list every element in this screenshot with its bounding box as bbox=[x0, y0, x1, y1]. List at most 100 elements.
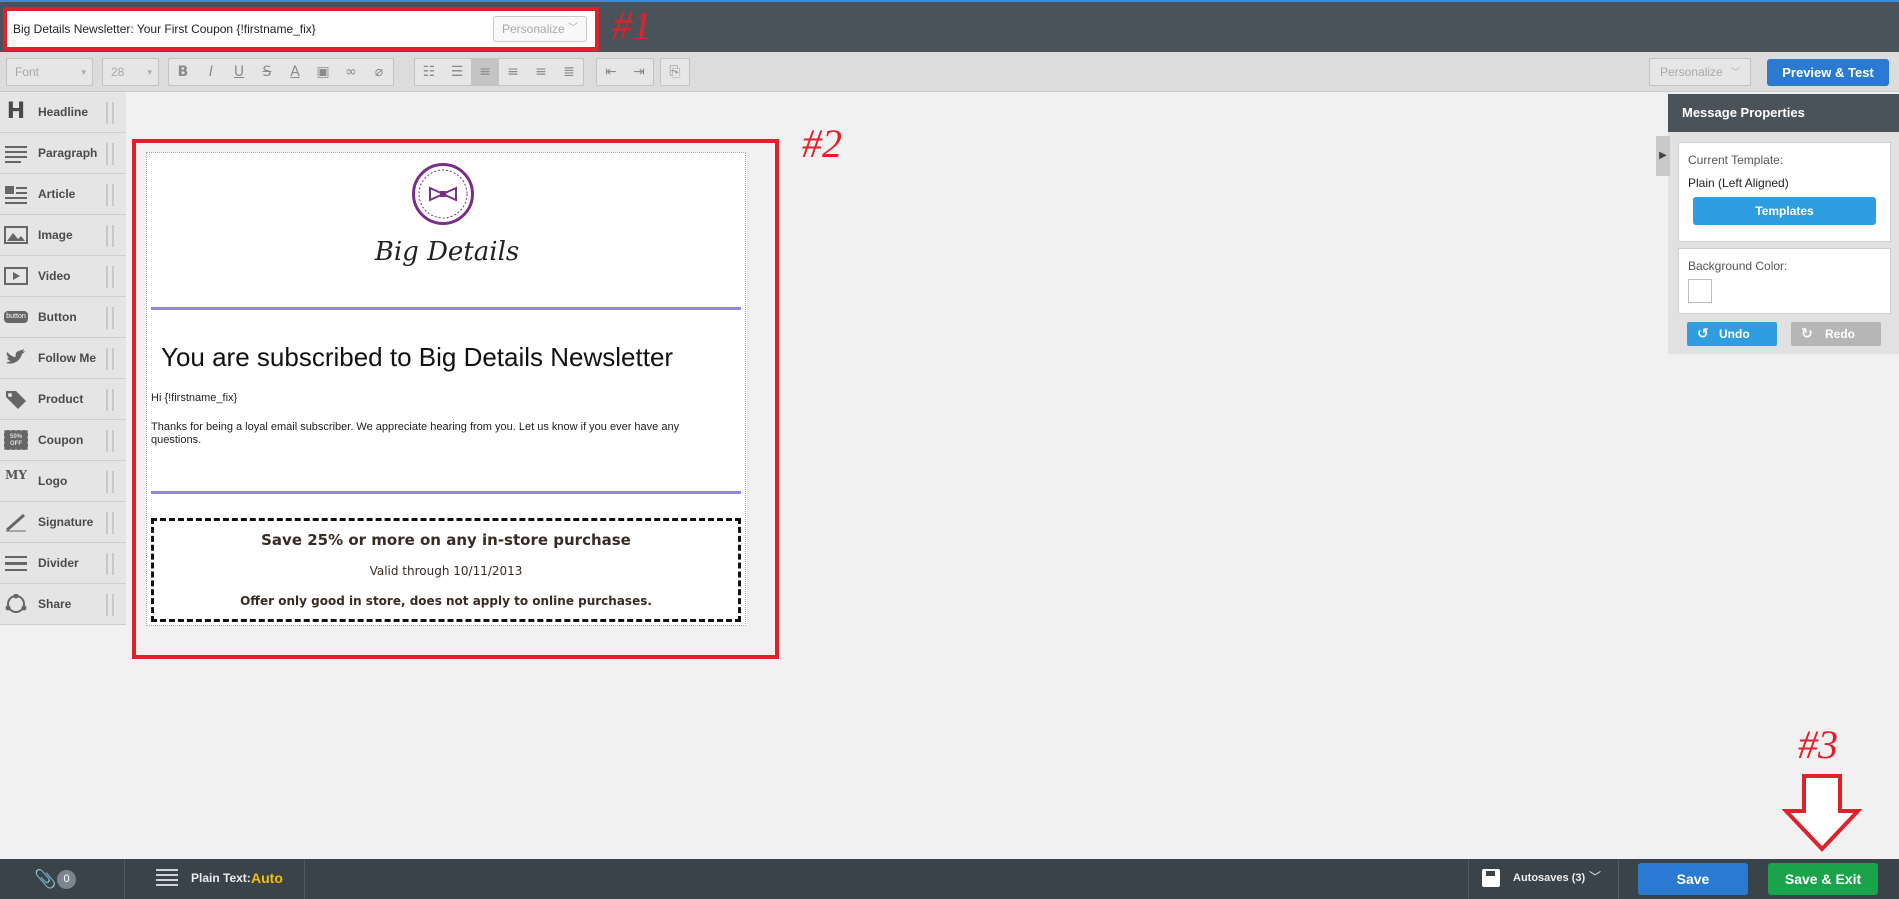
templates-button[interactable]: Templates bbox=[1693, 197, 1876, 225]
template-section: Current Template: Plain (Left Aligned) T… bbox=[1678, 142, 1891, 242]
justify-icon[interactable]: ≣ bbox=[555, 59, 583, 85]
indent-group: ⇤ ⇥ bbox=[596, 58, 654, 86]
sidebar-item-label: Button bbox=[38, 310, 77, 324]
subject-highlight: Personalize ﹀ bbox=[3, 7, 599, 51]
source-code-icon[interactable]: ⎘ bbox=[661, 59, 689, 85]
sidebar-item-logo[interactable]: MY Logo bbox=[0, 461, 126, 502]
strikethrough-button[interactable]: S bbox=[253, 59, 281, 85]
logo-icon-text: MY bbox=[5, 468, 27, 482]
drag-handle[interactable] bbox=[106, 184, 114, 206]
annotation-3: #3 bbox=[1798, 722, 1838, 767]
font-select[interactable]: Font ▾ bbox=[6, 58, 93, 86]
drag-handle[interactable] bbox=[106, 594, 114, 616]
autosaves-dropdown[interactable]: Autosaves (3) bbox=[1513, 872, 1585, 884]
align-center-icon[interactable]: ≡ bbox=[499, 59, 527, 85]
save-exit-button[interactable]: Save & Exit bbox=[1768, 863, 1878, 895]
sidebar-item-paragraph[interactable]: Paragraph bbox=[0, 133, 126, 174]
share-icon bbox=[4, 593, 28, 614]
coupon-terms: Offer only good in store, does not apply… bbox=[240, 594, 652, 608]
sidebar-item-label: Logo bbox=[38, 474, 68, 488]
plain-text-value[interactable]: Auto bbox=[251, 870, 283, 886]
bold-button[interactable]: B bbox=[169, 59, 197, 85]
drag-handle[interactable] bbox=[106, 307, 114, 329]
twitter-icon bbox=[4, 348, 28, 368]
drag-handle[interactable] bbox=[106, 102, 114, 124]
save-button[interactable]: Save bbox=[1638, 863, 1748, 895]
drag-handle[interactable] bbox=[106, 389, 114, 411]
sidebar-item-label: Coupon bbox=[38, 433, 84, 447]
subject-input[interactable] bbox=[13, 17, 493, 41]
sidebar-item-label: Article bbox=[38, 187, 76, 201]
drag-handle[interactable] bbox=[106, 512, 114, 534]
sidebar-item-video[interactable]: Video bbox=[0, 256, 126, 297]
separator bbox=[1618, 859, 1619, 899]
message-properties-panel: Message Properties ▶ Current Template: P… bbox=[1656, 94, 1899, 354]
background-section: Background Color: bbox=[1678, 248, 1891, 314]
sidebar-item-label: Video bbox=[38, 269, 71, 283]
drag-handle[interactable] bbox=[106, 471, 114, 493]
background-color-swatch[interactable] bbox=[1688, 279, 1712, 303]
sidebar-item-product[interactable]: Product bbox=[0, 379, 126, 420]
chevron-down-icon[interactable]: ﹀ bbox=[1589, 868, 1601, 885]
annotation-2: #2 bbox=[802, 121, 842, 166]
sidebar-item-label: Product bbox=[38, 392, 84, 406]
drag-handle[interactable] bbox=[106, 348, 114, 370]
sidebar-item-button[interactable]: button Button bbox=[0, 297, 126, 338]
formatting-toolbar: Font ▾ 28 ▾ B I U S A ▣ ∞ ⌀ ☷ ☰ ≡ ≡ ≡ ≣ … bbox=[0, 52, 1899, 92]
coupon-valid-date: Valid through 10/11/2013 bbox=[369, 564, 523, 578]
coupon-block[interactable]: Save 25% or more on any in-store purchas… bbox=[151, 518, 741, 622]
font-color-button[interactable]: A bbox=[281, 59, 309, 85]
chevron-down-icon: ▾ bbox=[147, 67, 152, 77]
email-body-paragraph[interactable]: Thanks for being a loyal email subscribe… bbox=[151, 421, 731, 447]
paperclip-icon[interactable]: 📎 bbox=[34, 869, 56, 890]
sidebar-item-label: Image bbox=[38, 228, 73, 242]
email-greeting[interactable]: Hi {!firstname_fix} bbox=[151, 392, 237, 404]
outdent-icon[interactable]: ⇤ bbox=[597, 59, 625, 85]
undo-button[interactable]: ↺ Undo bbox=[1687, 322, 1777, 346]
sidebar-item-share[interactable]: Share bbox=[0, 584, 126, 625]
italic-button[interactable]: I bbox=[197, 59, 225, 85]
indent-icon[interactable]: ⇥ bbox=[625, 59, 653, 85]
attachment-count-badge: 0 bbox=[57, 870, 76, 889]
font-size-value: 28 bbox=[111, 65, 125, 79]
drag-handle[interactable] bbox=[106, 430, 114, 452]
sidebar-item-follow-me[interactable]: Follow Me bbox=[0, 338, 126, 379]
bottom-bar: 📎 0 Plain Text: Auto Autosaves (3) ﹀ Sav… bbox=[0, 859, 1899, 899]
divider-line bbox=[151, 307, 741, 310]
sidebar-item-coupon[interactable]: 50% OFF Coupon bbox=[0, 420, 126, 461]
panel-collapse-icon[interactable]: ▶ bbox=[1656, 136, 1670, 176]
toolbar-personalize-dropdown[interactable]: Personalize ﹀ bbox=[1649, 58, 1751, 86]
preview-test-button[interactable]: Preview & Test bbox=[1767, 59, 1889, 86]
drag-handle[interactable] bbox=[106, 225, 114, 247]
logo-wordmark: Big Details bbox=[374, 237, 520, 267]
coupon-icon: 50% OFF bbox=[4, 430, 28, 450]
coupon-title: Save 25% or more on any in-store purchas… bbox=[261, 531, 631, 549]
subject-personalize-dropdown[interactable]: Personalize ﹀ bbox=[493, 16, 587, 42]
drag-handle[interactable] bbox=[106, 553, 114, 575]
sidebar-item-article[interactable]: Article bbox=[0, 174, 126, 215]
divider-icon bbox=[4, 553, 28, 573]
ordered-list-icon[interactable]: ☷ bbox=[415, 59, 443, 85]
plain-text-icon[interactable] bbox=[156, 869, 178, 889]
bullet-list-icon[interactable]: ☰ bbox=[443, 59, 471, 85]
highlight-color-button[interactable]: ▣ bbox=[309, 59, 337, 85]
link-icon[interactable]: ∞ bbox=[337, 59, 365, 85]
sidebar-item-image[interactable]: Image bbox=[0, 215, 126, 256]
align-right-icon[interactable]: ≡ bbox=[527, 59, 555, 85]
redo-button[interactable]: ↻ Redo bbox=[1791, 322, 1881, 346]
sidebar-item-signature[interactable]: Signature bbox=[0, 502, 126, 543]
chevron-down-icon: ▾ bbox=[81, 67, 86, 77]
email-canvas[interactable]: Big Details You are subscribed to Big De… bbox=[146, 152, 746, 626]
unlink-icon[interactable]: ⌀ bbox=[365, 59, 393, 85]
sidebar-item-divider[interactable]: Divider bbox=[0, 543, 126, 584]
separator bbox=[304, 859, 305, 899]
top-bar: Personalize ﹀ #1 bbox=[0, 0, 1899, 52]
drag-handle[interactable] bbox=[106, 266, 114, 288]
drag-handle[interactable] bbox=[106, 143, 114, 165]
email-headline[interactable]: You are subscribed to Big Details Newsle… bbox=[161, 342, 673, 373]
font-size-select[interactable]: 28 ▾ bbox=[102, 58, 159, 86]
sidebar-item-headline[interactable]: H Headline bbox=[0, 92, 126, 133]
underline-button[interactable]: U bbox=[225, 59, 253, 85]
align-left-icon[interactable]: ≡ bbox=[471, 59, 499, 85]
chevron-down-icon: ﹀ bbox=[568, 23, 578, 34]
